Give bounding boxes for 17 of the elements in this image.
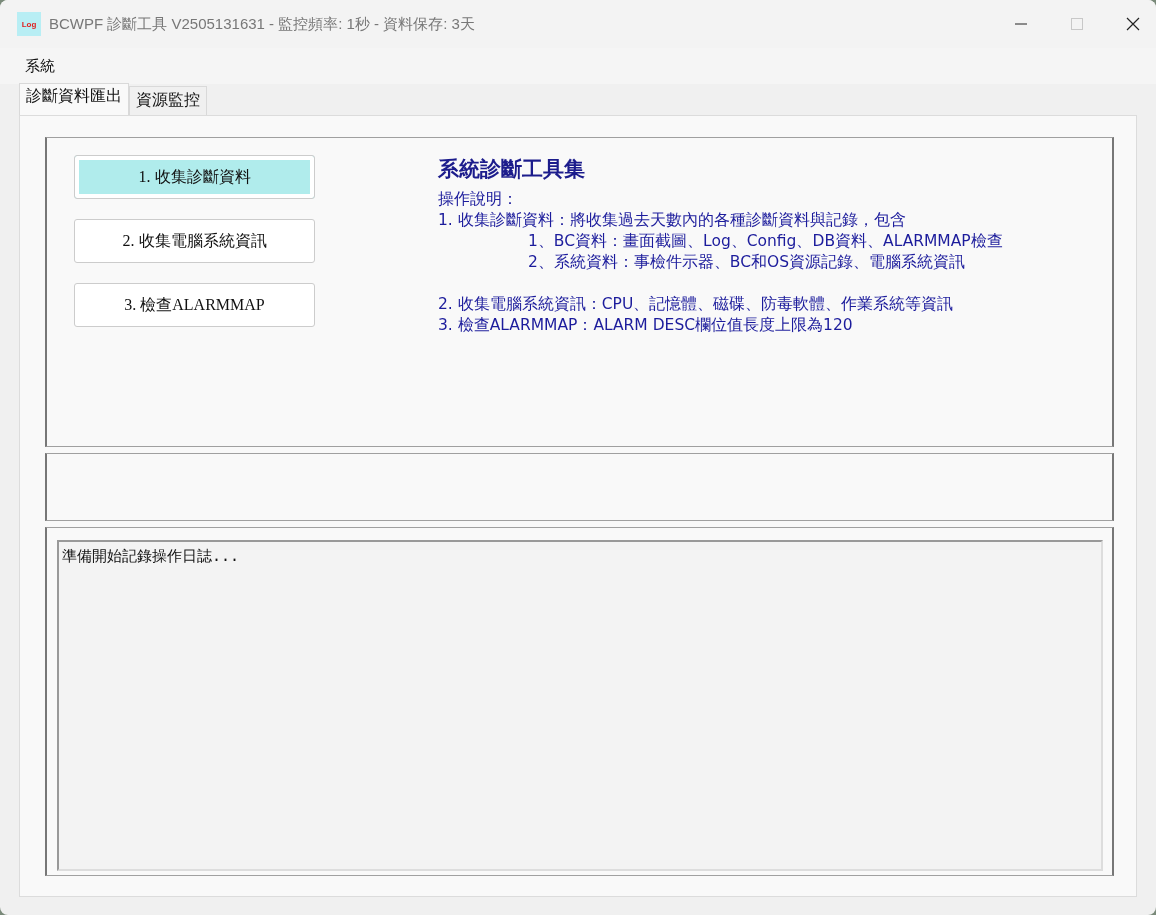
log-line: 準備開始記錄操作日誌... <box>62 547 241 566</box>
tab[interactable]: 診斷資料匯出 <box>19 83 129 115</box>
instruction-text: 1. 收集診斷資料：將收集過去天數內的各種診斷資料與記錄，包含 <box>438 210 907 231</box>
app-icon: Log <box>17 12 41 36</box>
tab[interactable]: 資源監控 <box>129 86 207 115</box>
instruction-text: 操作說明： <box>438 189 519 210</box>
log-text-area[interactable]: 準備開始記錄操作日誌... <box>57 540 1103 871</box>
action-button[interactable]: 1. 收集診斷資料 <box>74 155 315 199</box>
instruction-text: 2. 收集電腦系統資訊：CPU、記憶體、磁碟、防毒軟體、作業系統等資訊 <box>438 294 955 315</box>
instruction-text: 1、BC資料：畫面截圖、Log、Config、DB資料、ALARMMAP檢查 <box>527 231 1003 252</box>
instruction-text: 3. 檢查ALARMMAP：ALARM DESC欄位值長度上限為120 <box>438 315 854 336</box>
window-title: BCWPF 診斷工具 V2505131631 - 監控頻率: 1秒 - 資料保存: 3天 <box>49 14 475 34</box>
instruction-text: 2、系統資料：事檢件示器、BC和OS資源記錄、電腦系統資訊 <box>527 252 967 273</box>
menu-item[interactable]: 系統 <box>18 54 62 78</box>
action-button[interactable]: 2. 收集電腦系統資訊 <box>74 219 315 263</box>
section-title: 系統診斷工具集 <box>438 156 586 183</box>
action-button[interactable]: 3. 檢查ALARMMAP <box>74 283 315 327</box>
